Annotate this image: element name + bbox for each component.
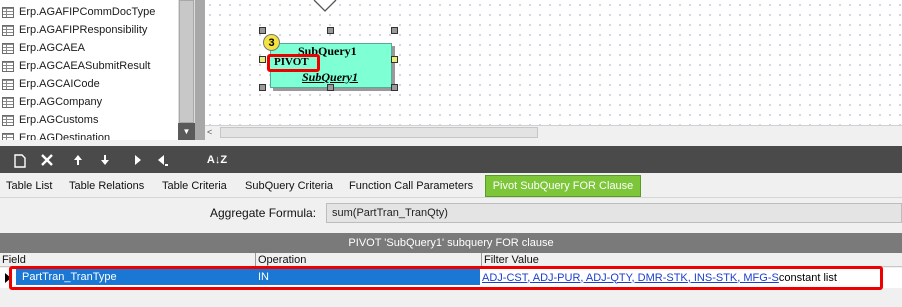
tab-table-criteria[interactable]: Table Criteria: [162, 174, 227, 198]
pivot-label: PIVOT: [274, 56, 309, 68]
move-down-icon[interactable]: [93, 146, 117, 173]
canvas-scroll-thumb[interactable]: [220, 127, 538, 138]
column-divider[interactable]: [255, 253, 256, 267]
aggregate-formula-label: Aggregate Formula:: [210, 206, 317, 220]
resize-handle[interactable]: [391, 27, 398, 34]
table-icon: [2, 60, 14, 72]
scroll-left-icon[interactable]: <: [207, 127, 212, 137]
table-list-item[interactable]: Erp.AGCAICode: [0, 75, 178, 93]
aggregate-formula-field[interactable]: sum(PartTran_TranQty): [326, 203, 902, 223]
table-icon: [2, 96, 14, 108]
table-icon: [2, 6, 14, 18]
sort-icon[interactable]: A↓Z: [198, 146, 236, 173]
splitter[interactable]: [195, 0, 205, 140]
connector-arrow-icon: [313, 0, 337, 12]
table-list-item[interactable]: Erp.AGAFIPCommDocType: [0, 3, 178, 21]
table-icon: [2, 24, 14, 36]
grid-header: [0, 253, 902, 267]
resize-handle[interactable]: [391, 84, 398, 91]
table-list-item[interactable]: Erp.AGAFIPResponsibility: [0, 21, 178, 39]
table-list-item[interactable]: Erp.AGDestination: [0, 129, 178, 140]
table-list-item[interactable]: Erp.AGCompany: [0, 93, 178, 111]
table-list-item[interactable]: Erp.AGCustoms: [0, 111, 178, 129]
tab-table-list[interactable]: Table List: [6, 174, 52, 198]
column-header-field[interactable]: Field: [2, 253, 26, 267]
scroll-down-icon[interactable]: ▼: [178, 123, 195, 140]
resize-handle[interactable]: [259, 84, 266, 91]
tab-table-relations[interactable]: Table Relations: [69, 174, 144, 198]
table-list-item[interactable]: Erp.AGCAEASubmitResult: [0, 57, 178, 75]
table-icon: [2, 132, 14, 140]
new-icon[interactable]: [8, 146, 32, 173]
table-icon: [2, 114, 14, 126]
resize-handle[interactable]: [327, 84, 334, 91]
table-icon: [2, 78, 14, 90]
move-up-icon[interactable]: [66, 146, 90, 173]
tab-function-call-parameters[interactable]: Function Call Parameters: [349, 174, 473, 198]
column-divider[interactable]: [481, 253, 482, 267]
row-highlight-outline: [9, 266, 883, 290]
column-header-operation[interactable]: Operation: [258, 253, 306, 267]
tab-subquery-criteria[interactable]: SubQuery Criteria: [245, 174, 333, 198]
tab-pivot-subquery-for-clause[interactable]: Pivot SubQuery FOR Clause: [485, 175, 641, 197]
resize-handle[interactable]: [391, 56, 398, 63]
move-left-icon[interactable]: [150, 146, 174, 173]
grid-title: PIVOT 'SubQuery1' subquery FOR clause: [0, 233, 902, 253]
resize-handle[interactable]: [327, 27, 334, 34]
step-badge: 3: [263, 34, 280, 51]
table-list-item[interactable]: Erp.AGCAEA: [0, 39, 178, 57]
column-header-filter-value[interactable]: Filter Value: [484, 253, 539, 267]
delete-icon[interactable]: [36, 146, 58, 173]
resize-handle[interactable]: [259, 56, 266, 63]
subquery-node-name: SubQuery1: [302, 70, 359, 84]
resize-handle[interactable]: [259, 27, 266, 34]
table-list-scroll-thumb[interactable]: [179, 0, 194, 123]
table-list-panel: Erp.AGAFIPCommDocType Erp.AGAFIPResponsi…: [0, 0, 195, 140]
move-right-icon[interactable]: [126, 146, 150, 173]
table-icon: [2, 42, 14, 54]
